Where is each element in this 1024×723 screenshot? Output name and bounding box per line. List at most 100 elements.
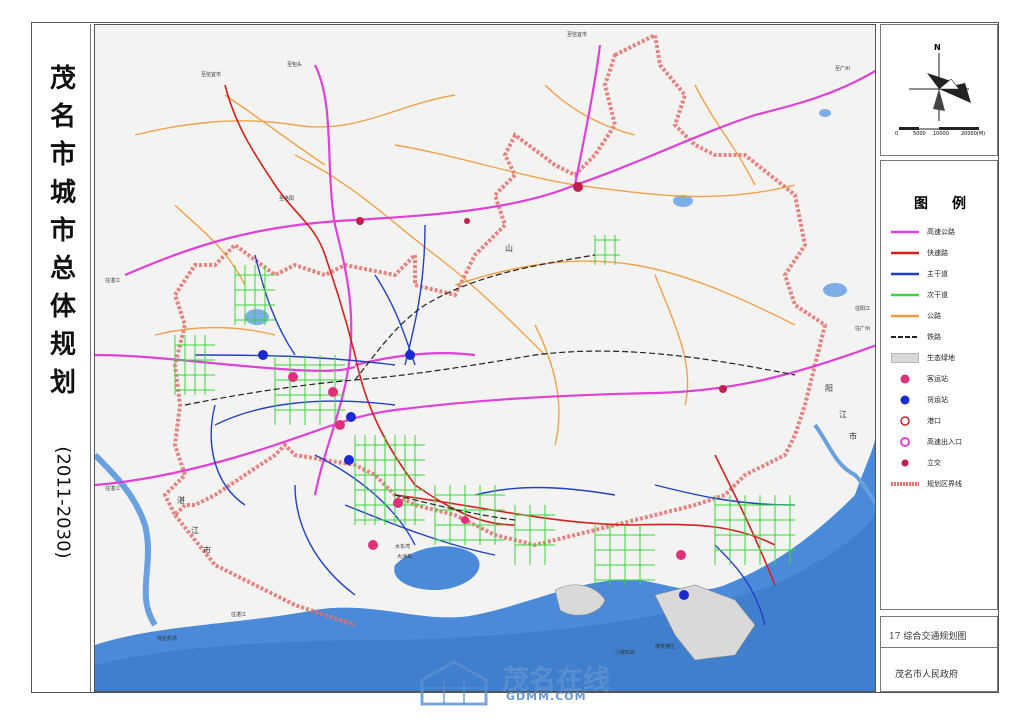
region-label: 江 [191, 526, 199, 535]
legend-symbol [891, 230, 919, 234]
legend-label: 规划区界线 [927, 480, 962, 488]
place-label: 往湛江 [105, 278, 121, 284]
legend-item: 港口 [891, 414, 995, 428]
legend-item: 主干道 [891, 267, 995, 281]
scale-label: 20000(M) [961, 131, 986, 137]
freight-station-marker [346, 412, 356, 422]
secondary-roads [174, 235, 795, 585]
legend-symbol [891, 353, 919, 363]
legend-item: 公路 [891, 309, 995, 323]
interchange-marker [464, 218, 470, 224]
region-label: 市 [203, 546, 211, 555]
place-label: 往广州 [855, 326, 871, 332]
side-panel: N 0 5000 10000 20000(M) 图例 高速公路快速路主干道次干道… [880, 24, 999, 692]
region-label: 江 [839, 410, 847, 419]
freight-station-marker [344, 455, 354, 465]
title-char: 总 [49, 254, 76, 284]
region-label: 市 [849, 432, 857, 441]
legend-symbol [891, 482, 919, 486]
plan-years: (2011-2030) [52, 446, 74, 559]
title-char: 名 [49, 102, 76, 132]
map-canvas [95, 32, 875, 691]
legend-label: 港口 [927, 417, 941, 425]
legend-item: 规划区界线 [891, 477, 995, 491]
title-char: 市 [49, 140, 76, 170]
legend-symbol [891, 293, 919, 297]
legend-symbol [891, 336, 919, 338]
place-label: 小放鸡岛 [615, 650, 636, 656]
interchanges [356, 182, 727, 393]
legend-symbol [891, 251, 919, 255]
legend-label: 高速出入口 [927, 438, 962, 446]
expressways [95, 44, 875, 496]
legend-item: 次干道 [891, 288, 995, 302]
place-label: 水东湾 [395, 544, 411, 550]
lake [819, 109, 831, 117]
passenger-station-marker [676, 550, 686, 560]
transport-plan-map[interactable]: 至信宜市 至信宜市 至包头 至广州 至洛阳 往湛江 往湛江 往湛江 往广州 往阳… [94, 24, 876, 692]
freight-station-marker [258, 350, 268, 360]
legend-box: 图例 高速公路快速路主干道次干道公路铁路生态绿地客运站货运站港口高速出入口立交规… [880, 160, 998, 610]
legend-symbol [900, 437, 910, 447]
passenger-station-marker [335, 420, 345, 430]
title-char: 城 [49, 178, 76, 208]
place-label: 至洛阳 [279, 196, 295, 202]
legend-label: 次干道 [927, 291, 948, 299]
legend-label: 主干道 [927, 270, 948, 278]
place-label: 茂名机场 [157, 636, 178, 642]
place-label: 至广州 [835, 66, 851, 72]
place-label: 大洲岛 [397, 554, 413, 560]
place-label: 至信宜市 [567, 32, 588, 38]
site-watermark: 茂名在线 GDMM.COM [414, 658, 624, 708]
legend-title: 图例 [914, 196, 990, 212]
legend-item: 生态绿地 [891, 351, 995, 365]
legend-symbol [900, 416, 910, 426]
legend-symbol [891, 314, 919, 318]
watermark-url: GDMM.COM [506, 690, 587, 703]
legend-label: 公路 [927, 312, 941, 320]
legend-item: 快速路 [891, 246, 995, 260]
west-river [95, 452, 158, 627]
legend-item: 高速出入口 [891, 435, 995, 449]
legend-label: 客运站 [927, 375, 948, 383]
issuer: 茂名市人民政府 [895, 670, 959, 680]
title-column: 茂 名 市 城 市 总 体 规 划 (2011-2030) [36, 24, 91, 692]
interchange-marker [573, 182, 583, 192]
north-label: N [934, 43, 941, 52]
legend-label: 高速公路 [927, 228, 955, 236]
region-label: 阳 [825, 384, 833, 393]
legend-label: 货运站 [927, 396, 948, 404]
title-char: 市 [49, 216, 76, 246]
title-char: 茂 [49, 64, 76, 94]
region-label: 山 [505, 244, 513, 253]
legend-label: 快速路 [927, 249, 948, 257]
place-label: 至包头 [287, 62, 303, 68]
interchange-marker [356, 217, 364, 225]
place-label: 往湛江 [105, 486, 121, 492]
scale-label: 10000 [933, 131, 949, 137]
title-char: 划 [49, 368, 76, 398]
title-char: 体 [49, 292, 76, 322]
passenger-station-marker [393, 498, 403, 508]
legend-item: 高速公路 [891, 225, 995, 239]
scale-label: 0 [895, 131, 899, 137]
freight-station-marker [405, 350, 415, 360]
legend-item: 货运站 [891, 393, 995, 407]
scale-label: 5000 [913, 131, 926, 137]
place-label: 博贺港区 [655, 644, 676, 650]
railways [184, 254, 796, 521]
place-label: 往阳江 [855, 306, 871, 312]
watermark-house-icon [420, 660, 488, 706]
legend-symbol [900, 374, 910, 384]
legend-symbol [900, 395, 910, 405]
legend-item: 立交 [891, 456, 995, 470]
freight-station-marker [679, 590, 689, 600]
interchange-marker [719, 385, 727, 393]
place-label: 往湛江 [231, 612, 247, 618]
legend-label: 生态绿地 [927, 354, 955, 362]
lake [823, 283, 847, 297]
compass-scale-box: N 0 5000 10000 20000(M) [880, 24, 998, 156]
passenger-station-marker [461, 516, 469, 524]
legend-label: 铁路 [927, 333, 941, 341]
passenger-station-marker [368, 540, 378, 550]
